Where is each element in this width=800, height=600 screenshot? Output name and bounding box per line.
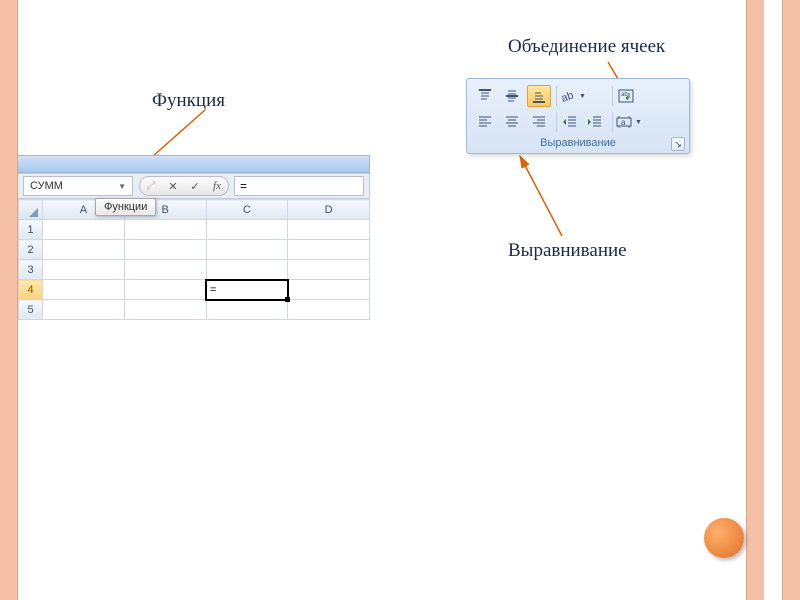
cell[interactable] — [124, 280, 206, 300]
column-header-row: A B C D — [19, 200, 370, 220]
align-right-icon — [531, 114, 547, 130]
chevron-down-icon: ▼ — [635, 119, 642, 126]
formula-expand-icon[interactable]: ⤢ — [140, 177, 162, 195]
cell-grid[interactable]: A B C D 1 2 3 4 = 5 — [18, 199, 370, 320]
cell[interactable] — [288, 220, 370, 240]
cell[interactable] — [43, 280, 125, 300]
cell[interactable] — [206, 300, 288, 320]
table-row: 3 — [19, 260, 370, 280]
align-left-button[interactable] — [473, 111, 497, 133]
decor-right-bar-a — [746, 0, 764, 600]
cell[interactable] — [124, 260, 206, 280]
table-row: 4 = — [19, 280, 370, 300]
active-cell-value: = — [210, 284, 216, 296]
row-header-4[interactable]: 4 — [19, 280, 43, 300]
align-left-icon — [477, 114, 493, 130]
formula-bar-row: СУММ ▼ Функции ⤢ ✕ ✓ fx = — [18, 173, 370, 199]
ribbon-group-title-row: Выравнивание ↘ — [467, 135, 689, 153]
cell[interactable] — [124, 240, 206, 260]
merge-center-button[interactable]: a ▼ — [612, 111, 648, 133]
active-cell[interactable]: = — [206, 280, 288, 300]
align-middle-icon — [504, 88, 520, 104]
cell[interactable] — [124, 220, 206, 240]
cell[interactable] — [288, 300, 370, 320]
dialog-launcher-icon: ↘ — [674, 139, 682, 150]
name-box-value: СУММ — [30, 180, 63, 192]
ribbon-group-title: Выравнивание — [540, 137, 616, 149]
decrease-indent-icon — [562, 114, 578, 130]
align-middle-button[interactable] — [500, 85, 524, 107]
ribbon-alignment-group: ab ▼ ab a ▼ — [466, 78, 690, 154]
align-center-icon — [504, 114, 520, 130]
chevron-down-icon: ▼ — [579, 93, 586, 100]
name-box-dropdown-icon: ▼ — [118, 182, 126, 191]
orientation-icon: ab — [560, 88, 576, 104]
table-row: 1 — [19, 220, 370, 240]
decor-right-bar-b — [782, 0, 800, 600]
increase-indent-button[interactable] — [583, 111, 607, 133]
align-bottom-button[interactable] — [527, 85, 551, 107]
enter-formula-button[interactable]: ✓ — [184, 177, 206, 195]
select-all-corner[interactable] — [19, 200, 43, 220]
cell[interactable] — [43, 220, 125, 240]
cell[interactable] — [206, 220, 288, 240]
cell[interactable] — [124, 300, 206, 320]
label-merge-cells: Объединение ячеек — [508, 36, 665, 58]
table-row: 2 — [19, 240, 370, 260]
row-header-2[interactable]: 2 — [19, 240, 43, 260]
decor-right-gap — [764, 0, 782, 600]
excel-title-bar — [18, 155, 370, 173]
wrap-text-button[interactable]: ab — [612, 85, 636, 107]
cell[interactable] — [43, 260, 125, 280]
svg-text:a: a — [621, 118, 626, 127]
next-slide-button[interactable] — [704, 518, 744, 558]
decrease-indent-button[interactable] — [556, 111, 580, 133]
dialog-launcher-button[interactable]: ↘ — [671, 137, 685, 151]
label-function: Функция — [152, 90, 225, 112]
name-box[interactable]: СУММ ▼ — [23, 176, 133, 196]
label-alignment: Выравнивание — [508, 240, 627, 262]
cell[interactable] — [206, 240, 288, 260]
formula-button-group: ⤢ ✕ ✓ fx — [139, 176, 229, 196]
cell[interactable] — [206, 260, 288, 280]
row-header-5[interactable]: 5 — [19, 300, 43, 320]
table-row: 5 — [19, 300, 370, 320]
name-box-tooltip: Функции — [95, 198, 156, 216]
svg-text:ab: ab — [560, 90, 575, 104]
row-header-3[interactable]: 3 — [19, 260, 43, 280]
increase-indent-icon — [587, 114, 603, 130]
cell[interactable] — [43, 240, 125, 260]
insert-function-button[interactable]: fx — [206, 177, 228, 195]
cell[interactable] — [43, 300, 125, 320]
cancel-formula-button[interactable]: ✕ — [162, 177, 184, 195]
orientation-button[interactable]: ab ▼ — [556, 85, 592, 107]
cell[interactable] — [288, 280, 370, 300]
merge-center-icon: a — [616, 114, 632, 130]
align-center-button[interactable] — [500, 111, 524, 133]
column-header-c[interactable]: C — [206, 200, 288, 220]
align-bottom-icon — [531, 88, 547, 104]
formula-bar-input[interactable]: = — [234, 176, 364, 196]
align-top-icon — [477, 88, 493, 104]
formula-bar-value: = — [240, 179, 247, 193]
wrap-text-icon: ab — [618, 88, 634, 104]
excel-fragment: СУММ ▼ Функции ⤢ ✕ ✓ fx = A B C D 1 — [18, 155, 370, 320]
cell[interactable] — [288, 240, 370, 260]
cell[interactable] — [288, 260, 370, 280]
align-top-button[interactable] — [473, 85, 497, 107]
decor-left-bar — [0, 0, 18, 600]
align-right-button[interactable] — [527, 111, 551, 133]
column-header-d[interactable]: D — [288, 200, 370, 220]
fill-handle[interactable] — [285, 297, 290, 302]
row-header-1[interactable]: 1 — [19, 220, 43, 240]
